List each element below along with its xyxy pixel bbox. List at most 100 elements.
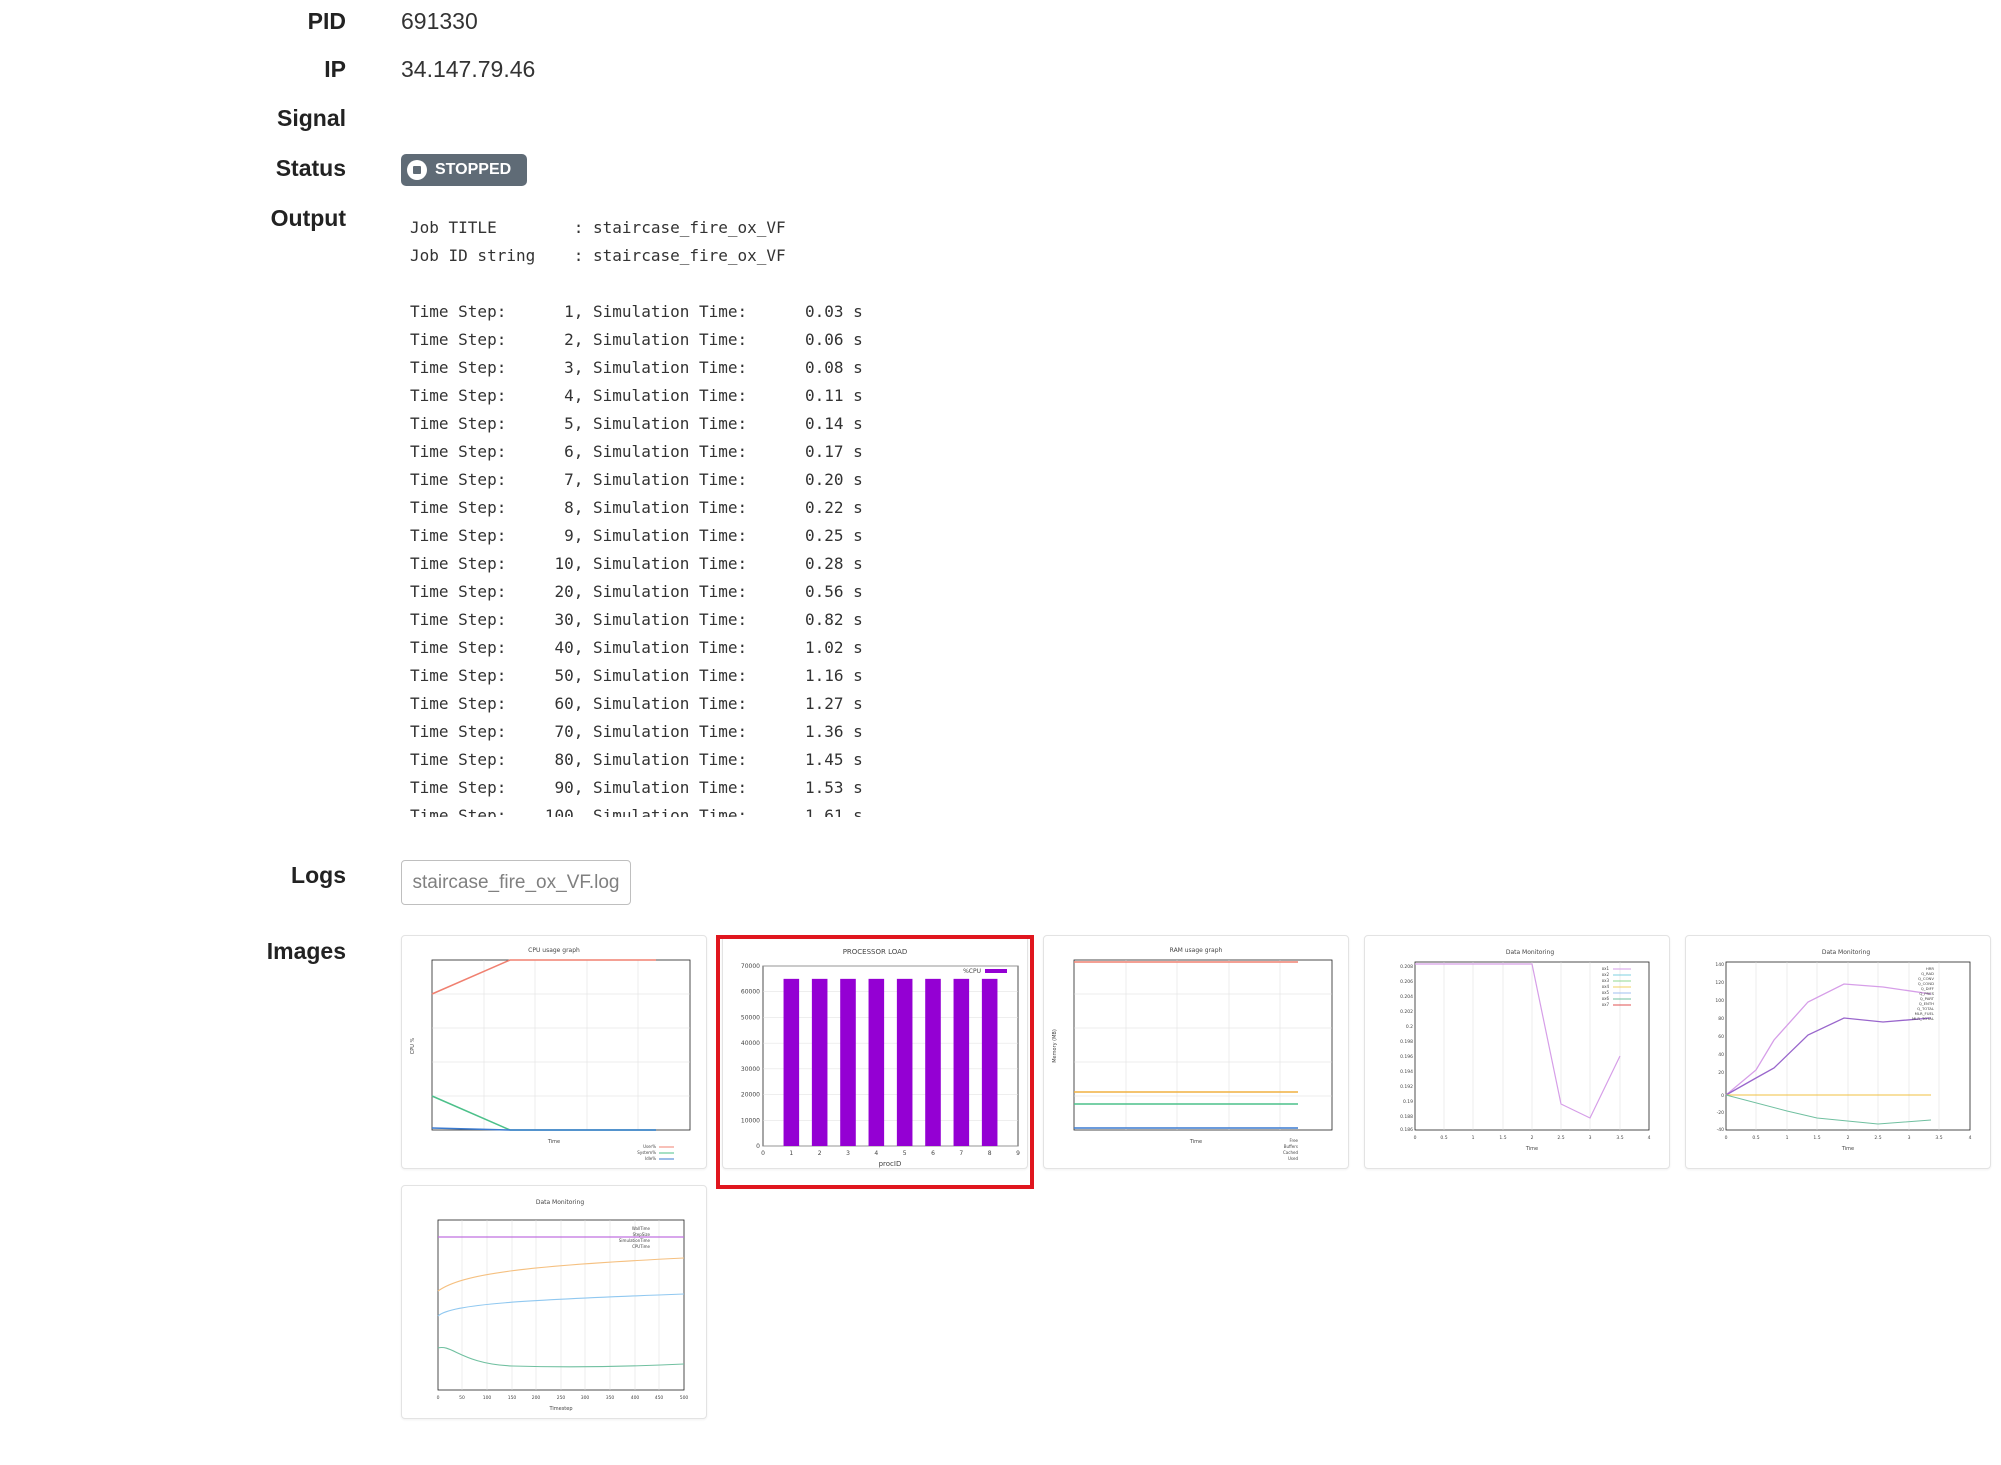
xtick-label: 3 (1908, 1135, 1911, 1141)
xtick-label: 250 (557, 1395, 566, 1401)
ytick-label: 0.192 (1400, 1084, 1413, 1090)
ytick-label: 0.186 (1400, 1127, 1413, 1133)
output-line: Job ID string : staircase_fire_ox_VF (410, 246, 786, 265)
ytick-label: 60 (1718, 1034, 1724, 1040)
output-console[interactable]: Job TITLE : staircase_fire_ox_VF Job ID s… (410, 214, 1110, 817)
xtick-label: 200 (532, 1395, 541, 1401)
ytick-label: 0 (1721, 1093, 1724, 1099)
thumbnail-data-monitoring-ox[interactable]: Data Monitoring 0.208 0.206 0.204 0.202 … (1364, 935, 1670, 1169)
legend-label: ox1 (1602, 966, 1610, 971)
xtick-label: 0 (1725, 1135, 1728, 1141)
thumb-title: Data Monitoring (1822, 949, 1871, 956)
thumb-ylabel: Memory (MB) (1052, 1029, 1058, 1063)
legend-label: ox5 (1602, 990, 1610, 995)
ytick-label: 0.188 (1400, 1114, 1413, 1120)
xtick-label: 100 (483, 1395, 492, 1401)
selection-highlight (716, 935, 1034, 1189)
xtick-label: 450 (655, 1395, 664, 1401)
legend-label: ox3 (1602, 978, 1610, 983)
ytick-label: 0.2 (1406, 1024, 1413, 1030)
output-line: Time Step: 3, Simulation Time: 0.08 s (410, 358, 863, 377)
legend-label: System% (637, 1150, 656, 1155)
xtick-label: 3.5 (1616, 1135, 1623, 1141)
legend-label: ox6 (1602, 996, 1610, 1001)
legend-label: ox2 (1602, 972, 1610, 977)
ytick-label: 0.206 (1400, 979, 1413, 985)
thumb-ylabel: CPU % (410, 1038, 416, 1055)
output-line: Time Step: 8, Simulation Time: 0.22 s (410, 498, 863, 517)
ytick-label: 140 (1715, 962, 1724, 968)
thumb-xlabel: Time (1841, 1146, 1854, 1152)
legend-label: ox7 (1602, 1002, 1610, 1007)
ytick-label: -20 (1717, 1110, 1724, 1116)
output-line: Time Step: 70, Simulation Time: 1.36 s (410, 722, 863, 741)
output-line: Job TITLE : staircase_fire_ox_VF (410, 218, 786, 237)
ytick-label: 20 (1718, 1070, 1724, 1076)
thumbnail-data-monitoring-timestep[interactable]: Data Monitoring 0 50 100 150 200 250 300… (401, 1185, 707, 1419)
output-label: Output (270, 205, 346, 231)
legend-label: Idle% (645, 1156, 656, 1161)
thumbnail-cpu-usage[interactable]: CPU usage graph Time CPU % User% System%… (401, 935, 707, 1169)
thumb-xlabel: Time (547, 1139, 560, 1145)
logs-label: Logs (291, 862, 346, 888)
output-line: Time Step: 10, Simulation Time: 0.28 s (410, 554, 863, 573)
ytick-label: 0.198 (1400, 1039, 1413, 1045)
thumbnail-data-monitoring-hrr[interactable]: Data Monitoring 140 120 100 80 60 40 20 … (1685, 935, 1991, 1169)
thumb-title: Data Monitoring (536, 1199, 585, 1206)
output-line: Time Step: 20, Simulation Time: 0.56 s (410, 582, 863, 601)
output-line: Time Step: 50, Simulation Time: 1.16 s (410, 666, 863, 685)
xtick-label: 1.5 (1499, 1135, 1506, 1141)
legend-label: Used (1288, 1156, 1298, 1161)
xtick-label: 0.5 (1440, 1135, 1447, 1141)
thumb-xlabel: Timestep (548, 1406, 572, 1412)
legend-label: Buffers (1284, 1144, 1298, 1149)
output-line: Time Step: 7, Simulation Time: 0.20 s (410, 470, 863, 489)
output-line: Time Step: 2, Simulation Time: 0.06 s (410, 330, 863, 349)
data-monitoring-timestep-chart: Data Monitoring 0 50 100 150 200 250 300… (437, 1199, 689, 1412)
xtick-label: 4 (1969, 1135, 1972, 1141)
output-line: Time Step: 9, Simulation Time: 0.25 s (410, 526, 863, 545)
status-badge-text: STOPPED (435, 161, 512, 178)
output-line: Time Step: 6, Simulation Time: 0.17 s (410, 442, 863, 461)
legend-label: CPUTime (632, 1244, 650, 1249)
ytick-label: 120 (1715, 980, 1724, 986)
output-line: Time Step: 80, Simulation Time: 1.45 s (410, 750, 863, 769)
thumb-title: Data Monitoring (1506, 949, 1555, 956)
status-label: Status (275, 155, 346, 181)
xtick-label: 2.5 (1874, 1135, 1881, 1141)
thumb-xlabel: Time (1525, 1146, 1538, 1152)
output-line: Time Step: 30, Simulation Time: 0.82 s (410, 610, 863, 629)
output-line: Time Step: 100, Simulation Time: 1.61 s (410, 806, 863, 817)
xtick-label: 1.5 (1813, 1135, 1820, 1141)
thumb-title: CPU usage graph (528, 947, 580, 954)
xtick-label: 0.5 (1752, 1135, 1759, 1141)
log-file-button[interactable]: staircase_fire_ox_VF.log (401, 860, 631, 905)
ytick-label: 0.19 (1403, 1099, 1413, 1105)
ytick-label: 0.202 (1400, 1009, 1413, 1015)
legend-label: ox4 (1602, 984, 1610, 989)
xtick-label: 1 (1472, 1135, 1475, 1141)
thumbnail-ram-usage[interactable]: RAM usage graph Time Memory (MB) Free Bu… (1043, 935, 1349, 1169)
stop-icon (407, 160, 427, 180)
thumb-title: RAM usage graph (1170, 947, 1223, 954)
legend-label: SimulationTime (619, 1238, 651, 1243)
legend-label: Free (1290, 1138, 1299, 1143)
legend-label: StepSize (633, 1232, 651, 1237)
xtick-label: 50 (459, 1395, 465, 1401)
xtick-label: 1 (1786, 1135, 1789, 1141)
xtick-label: 2 (1847, 1135, 1850, 1141)
xtick-label: 3.5 (1935, 1135, 1942, 1141)
ytick-label: 40 (1718, 1052, 1724, 1058)
images-label: Images (266, 938, 346, 964)
xtick-label: 3 (1589, 1135, 1592, 1141)
xtick-label: 0 (1414, 1135, 1417, 1141)
output-line: Time Step: 60, Simulation Time: 1.27 s (410, 694, 863, 713)
ram-usage-chart: RAM usage graph Time Memory (MB) Free Bu… (1052, 947, 1333, 1161)
legend-label: Cached (1283, 1150, 1298, 1155)
xtick-label: 350 (606, 1395, 615, 1401)
ip-label: IP (324, 56, 346, 82)
pid-label: PID (307, 8, 346, 34)
legend-label: User% (643, 1144, 656, 1149)
xtick-label: 2.5 (1557, 1135, 1564, 1141)
